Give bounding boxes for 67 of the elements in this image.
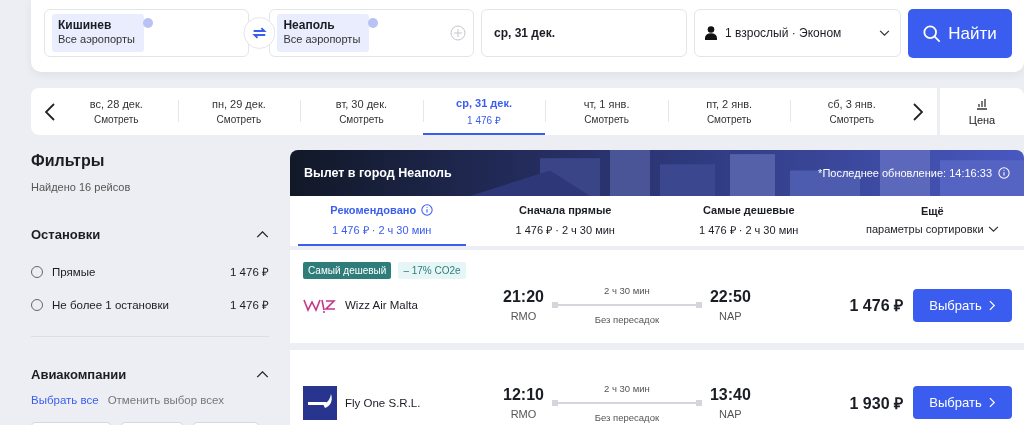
passengers-dropdown[interactable]: 1 взрослый · Эконом	[694, 9, 901, 57]
option-label: Не более 1 остановки	[52, 298, 169, 311]
stops-label: Без пересадок	[594, 314, 660, 325]
date-tab[interactable]: вт, 30 дек. Смотреть	[300, 88, 423, 135]
airline-name: Wizz Air Malta	[345, 299, 418, 311]
price-chart-button[interactable]: Цена	[940, 88, 1024, 135]
option-price: 1 476 ₽	[230, 265, 269, 279]
airport-code: NAP	[719, 310, 742, 322]
date-tab[interactable]: сб, 3 янв. Смотреть	[790, 88, 914, 135]
flight-duration: 2 ч 30 мин	[604, 285, 650, 296]
flight-price: 1 476 ₽	[849, 296, 903, 316]
chevron-right-icon[interactable]	[913, 102, 924, 121]
filters-title: Фильтры	[31, 152, 106, 170]
arrival-time: 13:40	[709, 385, 751, 404]
date-field[interactable]: ср, 31 дек.	[481, 9, 687, 57]
airport-code: RMO	[510, 310, 537, 322]
city-name: Неаполь	[283, 18, 336, 32]
sort-tab[interactable]: Самые дешевые 1 476 ₽ · 2 ч 30 мин	[665, 196, 833, 246]
airline-name: Fly One S.R.L.	[345, 396, 421, 409]
option-label: Прямые	[52, 265, 96, 278]
date-tab[interactable]: пн, 29 дек. Смотреть	[177, 88, 301, 135]
sort-tab[interactable]: Рекомендовано 1 476 ₽ · 2 ч 30 мин	[298, 196, 466, 246]
emissions-badge: – 17% CO2e	[398, 262, 466, 279]
origin-field[interactable]: Кишинев Все аэропорты	[44, 9, 249, 57]
section-title: Авиакомпании	[31, 367, 127, 382]
arrival-time: 22:50	[709, 288, 751, 306]
airport-code: RMO	[510, 407, 537, 420]
last-update-label: *Последнее обновление: 14:16:33	[818, 167, 992, 179]
chevron-up-icon[interactable]	[256, 231, 269, 238]
airports-label: Все аэропорты	[283, 33, 361, 45]
city-name: Кишинев	[58, 18, 113, 32]
results-title: Вылет в город Неаполь	[304, 166, 453, 180]
date-tab[interactable]: пт, 2 янв. Смотреть	[667, 88, 791, 135]
sort-tab[interactable]: Ещё параметры сортировки	[848, 196, 1016, 246]
person-icon	[705, 26, 717, 40]
departure-time: 21:20	[503, 288, 544, 306]
departure-time: 12:10	[503, 385, 544, 404]
date-tab[interactable]: чт, 1 янв. Смотреть	[545, 88, 668, 135]
search-icon	[923, 24, 942, 43]
select-button[interactable]: Выбрать	[913, 288, 1012, 322]
chevron-right-icon	[988, 299, 996, 311]
select-all-link[interactable]: Выбрать все	[31, 394, 99, 406]
sort-tab[interactable]: Сначала прямые 1 476 ₽ · 2 ч 30 мин	[481, 196, 649, 246]
flight-duration: 2 ч 30 мин	[604, 382, 650, 394]
stops-label: Без пересадок	[594, 411, 660, 423]
date-tab[interactable]: ср, 31 дек. 1 476 ₽	[422, 88, 546, 135]
search-button[interactable]: Найти	[908, 9, 1012, 58]
chevron-down-icon	[879, 29, 890, 37]
chevron-left-icon[interactable]	[45, 102, 55, 121]
info-icon[interactable]	[421, 203, 434, 216]
flight-price: 1 930 ₽	[849, 393, 903, 414]
swap-icon[interactable]	[242, 16, 276, 50]
airport-code: NAP	[719, 407, 742, 420]
select-button[interactable]: Выбрать	[913, 386, 1012, 419]
airports-label: Все аэропорты	[58, 33, 135, 45]
option-price: 1 476 ₽	[230, 298, 269, 312]
chevron-down-icon	[987, 225, 999, 233]
deselect-all-link[interactable]: Отменить выбор всех	[107, 394, 224, 406]
bar-chart-icon	[976, 97, 988, 110]
chevron-right-icon	[988, 397, 996, 408]
airline-logo-icon	[303, 297, 337, 313]
chevron-up-icon[interactable]	[256, 371, 269, 378]
date-tab[interactable]: вс, 28 дек. Смотреть	[55, 88, 178, 135]
airline-logo-icon	[303, 385, 337, 420]
results-count: Найдено 16 рейсов	[31, 181, 132, 193]
section-title: Остановки	[31, 227, 101, 242]
cheapest-badge: Самый дешевый	[303, 262, 392, 279]
